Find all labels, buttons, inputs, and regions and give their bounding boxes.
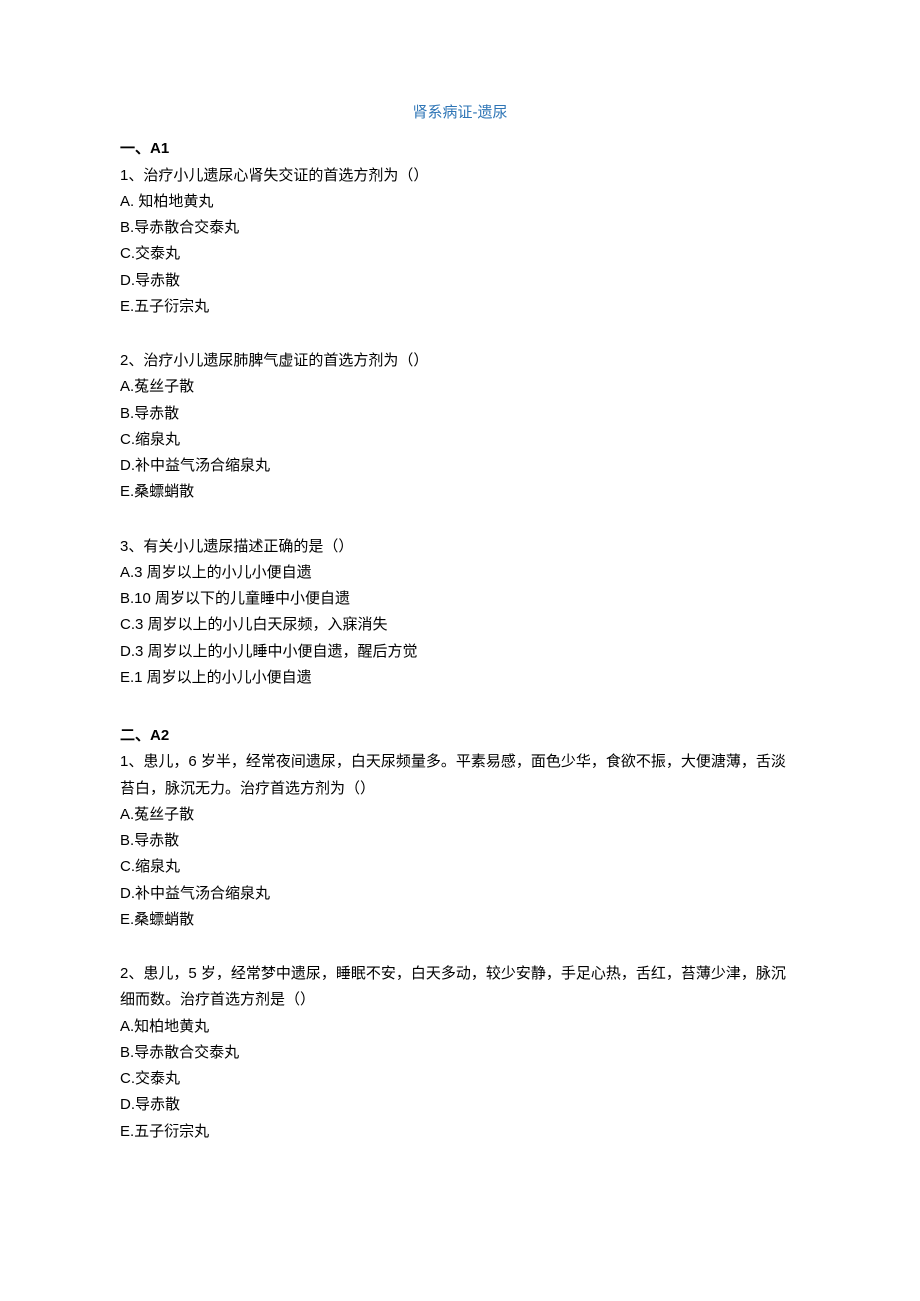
question-stem: 2、患儿，5 岁，经常梦中遗尿，睡眠不安，白天多动，较少安静，手足心热，舌红，苔… <box>120 961 800 1014</box>
question-text: 治疗小儿遗尿肺脾气虚证的首选方剂为（） <box>143 352 428 369</box>
option-b: B.导赤散合交泰丸 <box>120 215 800 241</box>
question-stem: 1、患儿，6 岁半，经常夜间遗尿，白天尿频量多。平素易感，面色少华，食欲不振，大… <box>120 749 800 802</box>
question-stem: 3、有关小儿遗尿描述正确的是（） <box>120 534 800 560</box>
option-a: A. 知柏地黄丸 <box>120 189 800 215</box>
option-a: A.菟丝子散 <box>120 374 800 400</box>
option-e: E.桑螵蛸散 <box>120 479 800 505</box>
option-e: E.1 周岁以上的小儿小便自遗 <box>120 665 800 691</box>
option-e: E.五子衍宗丸 <box>120 294 800 320</box>
option-d: D.补中益气汤合缩泉丸 <box>120 453 800 479</box>
question-text: 治疗小儿遗尿心肾失交证的首选方剂为（） <box>143 167 428 184</box>
option-b: B.10 周岁以下的儿童睡中小便自遗 <box>120 586 800 612</box>
question-text: 患儿，6 岁半，经常夜间遗尿，白天尿频量多。平素易感，面色少华，食欲不振，大便溏… <box>120 753 786 796</box>
question-number: 1、 <box>120 753 143 770</box>
question-block: 2、治疗小儿遗尿肺脾气虚证的首选方剂为（） A.菟丝子散 B.导赤散 C.缩泉丸… <box>120 348 800 506</box>
option-c: C.缩泉丸 <box>120 854 800 880</box>
option-b: B.导赤散合交泰丸 <box>120 1040 800 1066</box>
question-number: 2、 <box>120 352 143 369</box>
question-block: 1、治疗小儿遗尿心肾失交证的首选方剂为（） A. 知柏地黄丸 B.导赤散合交泰丸… <box>120 163 800 321</box>
option-d: D.导赤散 <box>120 268 800 294</box>
option-a: A.知柏地黄丸 <box>120 1014 800 1040</box>
option-c: C.交泰丸 <box>120 241 800 267</box>
option-e: E.桑螵蛸散 <box>120 907 800 933</box>
question-block: 2、患儿，5 岁，经常梦中遗尿，睡眠不安，白天多动，较少安静，手足心热，舌红，苔… <box>120 961 800 1145</box>
option-b: B.导赤散 <box>120 828 800 854</box>
question-block: 3、有关小儿遗尿描述正确的是（） A.3 周岁以上的小儿小便自遗 B.10 周岁… <box>120 534 800 692</box>
document-title: 肾系病证-遗尿 <box>120 100 800 126</box>
option-c: C.缩泉丸 <box>120 427 800 453</box>
question-stem: 2、治疗小儿遗尿肺脾气虚证的首选方剂为（） <box>120 348 800 374</box>
option-c: C.3 周岁以上的小儿白天尿频，入寐消失 <box>120 612 800 638</box>
question-stem: 1、治疗小儿遗尿心肾失交证的首选方剂为（） <box>120 163 800 189</box>
section-a2-header: 二、A2 <box>120 723 800 749</box>
option-a: A.3 周岁以上的小儿小便自遗 <box>120 560 800 586</box>
option-d: D.导赤散 <box>120 1092 800 1118</box>
option-b: B.导赤散 <box>120 401 800 427</box>
question-number: 1、 <box>120 167 143 184</box>
section-a1-header: 一、A1 <box>120 136 800 162</box>
question-number: 2、 <box>120 965 143 982</box>
option-d: D.3 周岁以上的小儿睡中小便自遗，醒后方觉 <box>120 639 800 665</box>
question-number: 3、 <box>120 538 143 555</box>
question-text: 有关小儿遗尿描述正确的是（） <box>143 538 353 555</box>
page: 肾系病证-遗尿 一、A1 1、治疗小儿遗尿心肾失交证的首选方剂为（） A. 知柏… <box>0 0 920 1301</box>
question-block: 1、患儿，6 岁半，经常夜间遗尿，白天尿频量多。平素易感，面色少华，食欲不振，大… <box>120 749 800 933</box>
option-c: C.交泰丸 <box>120 1066 800 1092</box>
question-text: 患儿，5 岁，经常梦中遗尿，睡眠不安，白天多动，较少安静，手足心热，舌红，苔薄少… <box>120 965 786 1008</box>
option-a: A.菟丝子散 <box>120 802 800 828</box>
option-d: D.补中益气汤合缩泉丸 <box>120 881 800 907</box>
option-e: E.五子衍宗丸 <box>120 1119 800 1145</box>
